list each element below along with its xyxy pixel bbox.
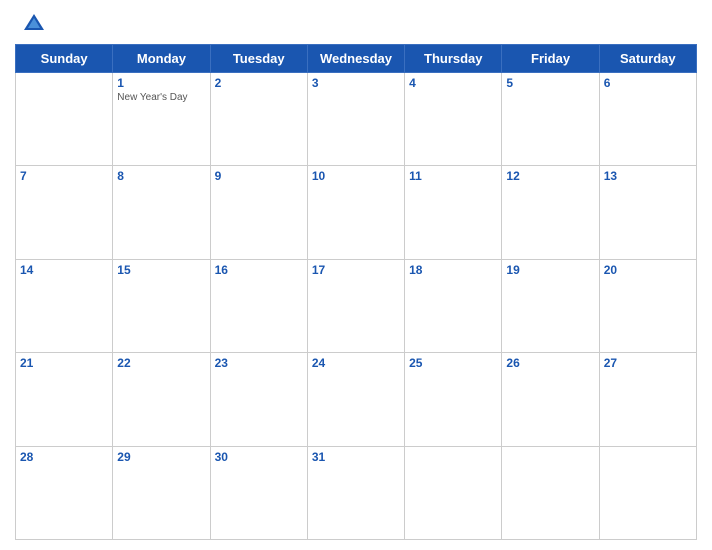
calendar-cell: 26 (502, 353, 599, 446)
calendar-cell: 22 (113, 353, 210, 446)
calendar-table: SundayMondayTuesdayWednesdayThursdayFrid… (15, 44, 697, 540)
calendar-cell: 8 (113, 166, 210, 259)
week-row-3: 14 15 16 17 18 19 20 (16, 259, 697, 352)
calendar-cell (502, 446, 599, 539)
calendar-cell (16, 73, 113, 166)
weekday-header-friday: Friday (502, 45, 599, 73)
calendar-cell: 4 (405, 73, 502, 166)
calendar-cell: 30 (210, 446, 307, 539)
day-number: 29 (117, 450, 205, 464)
calendar-cell: 11 (405, 166, 502, 259)
day-number: 24 (312, 356, 400, 370)
calendar-cell: 9 (210, 166, 307, 259)
weekday-header-monday: Monday (113, 45, 210, 73)
day-number: 7 (20, 169, 108, 183)
calendar-cell: 27 (599, 353, 696, 446)
calendar-cell: 15 (113, 259, 210, 352)
day-number: 14 (20, 263, 108, 277)
day-number: 13 (604, 169, 692, 183)
day-number: 18 (409, 263, 497, 277)
day-number: 23 (215, 356, 303, 370)
logo (20, 10, 52, 38)
weekday-header-row: SundayMondayTuesdayWednesdayThursdayFrid… (16, 45, 697, 73)
page-header (15, 10, 697, 38)
calendar-cell: 14 (16, 259, 113, 352)
day-number: 2 (215, 76, 303, 90)
week-row-5: 28 29 30 31 (16, 446, 697, 539)
calendar-cell: 24 (307, 353, 404, 446)
day-number: 15 (117, 263, 205, 277)
day-number: 30 (215, 450, 303, 464)
day-number: 21 (20, 356, 108, 370)
day-number: 28 (20, 450, 108, 464)
calendar-cell: 29 (113, 446, 210, 539)
weekday-header-tuesday: Tuesday (210, 45, 307, 73)
calendar-cell: 20 (599, 259, 696, 352)
calendar-cell: 21 (16, 353, 113, 446)
calendar-cell: 13 (599, 166, 696, 259)
weekday-header-thursday: Thursday (405, 45, 502, 73)
day-number: 6 (604, 76, 692, 90)
logo-icon (20, 10, 48, 38)
day-number: 17 (312, 263, 400, 277)
day-number: 12 (506, 169, 594, 183)
calendar-cell: 1 New Year's Day (113, 73, 210, 166)
calendar-cell: 16 (210, 259, 307, 352)
calendar-cell: 25 (405, 353, 502, 446)
calendar-cell: 17 (307, 259, 404, 352)
day-number: 27 (604, 356, 692, 370)
calendar-cell: 2 (210, 73, 307, 166)
day-number: 11 (409, 169, 497, 183)
holiday-label: New Year's Day (117, 92, 205, 104)
calendar-cell: 12 (502, 166, 599, 259)
calendar-cell: 28 (16, 446, 113, 539)
calendar-cell: 10 (307, 166, 404, 259)
calendar-cell: 5 (502, 73, 599, 166)
day-number: 9 (215, 169, 303, 183)
weekday-header-saturday: Saturday (599, 45, 696, 73)
calendar-cell (599, 446, 696, 539)
day-number: 8 (117, 169, 205, 183)
week-row-2: 789 10 11 12 13 (16, 166, 697, 259)
day-number: 1 (117, 76, 205, 90)
calendar-cell: 23 (210, 353, 307, 446)
calendar-cell: 3 (307, 73, 404, 166)
week-row-1: 1 New Year's Day 23456 (16, 73, 697, 166)
day-number: 10 (312, 169, 400, 183)
day-number: 5 (506, 76, 594, 90)
calendar-header: SundayMondayTuesdayWednesdayThursdayFrid… (16, 45, 697, 73)
calendar-cell (405, 446, 502, 539)
calendar-cell: 19 (502, 259, 599, 352)
day-number: 26 (506, 356, 594, 370)
calendar-cell: 7 (16, 166, 113, 259)
calendar-cell: 31 (307, 446, 404, 539)
calendar-cell: 6 (599, 73, 696, 166)
calendar-body: 1New Year's Day2345678910111213141516171… (16, 73, 697, 540)
day-number: 3 (312, 76, 400, 90)
day-number: 16 (215, 263, 303, 277)
day-number: 22 (117, 356, 205, 370)
day-number: 4 (409, 76, 497, 90)
week-row-4: 21 22 23 24 25 26 27 (16, 353, 697, 446)
weekday-header-wednesday: Wednesday (307, 45, 404, 73)
weekday-header-sunday: Sunday (16, 45, 113, 73)
day-number: 20 (604, 263, 692, 277)
day-number: 31 (312, 450, 400, 464)
calendar-cell: 18 (405, 259, 502, 352)
day-number: 19 (506, 263, 594, 277)
day-number: 25 (409, 356, 497, 370)
